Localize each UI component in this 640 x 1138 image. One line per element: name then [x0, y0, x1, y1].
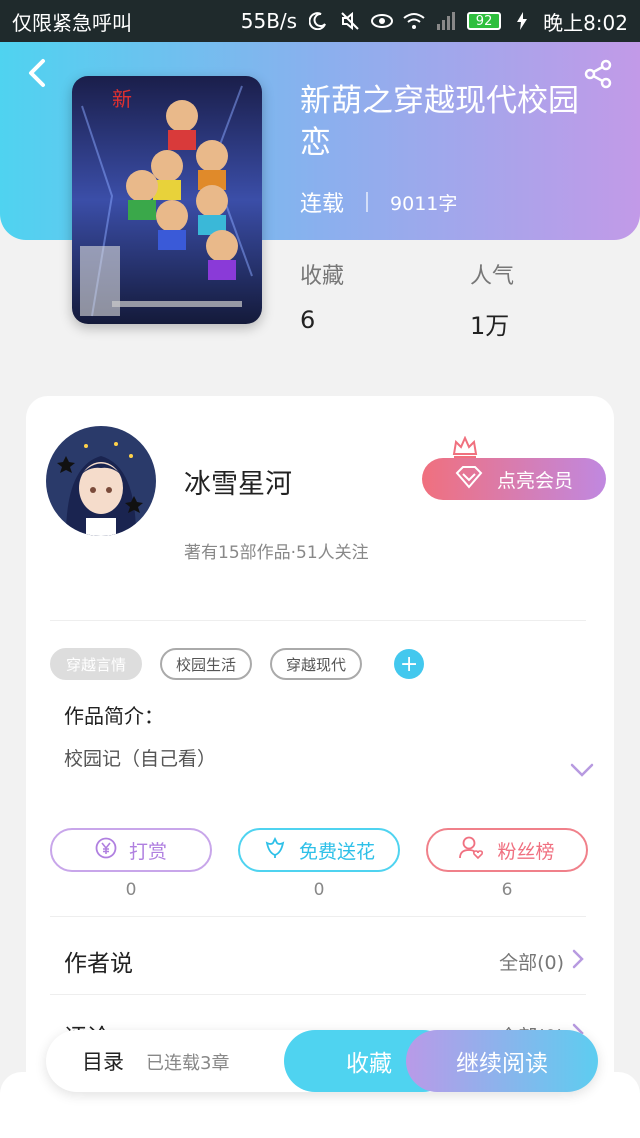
author-says-title: 作者说 [64, 951, 133, 977]
tag-item[interactable]: 穿越言情 [50, 648, 143, 680]
toc-button[interactable]: 目录 [82, 1046, 124, 1076]
chapter-count: 已连载3章 [146, 1053, 230, 1074]
battery-indicator: 92 [467, 12, 502, 30]
moon-icon [307, 10, 329, 32]
mute-icon [339, 10, 361, 32]
word-count: 9011字 [390, 192, 458, 215]
popularity-label: 人气 [470, 264, 515, 289]
continue-reading-button[interactable]: 继续阅读 [406, 1030, 598, 1092]
tag-list: 穿越言情 校园生活 穿越现代 + [50, 648, 425, 680]
author-says-row[interactable]: 作者说 全部(0) [64, 944, 584, 978]
tag-item[interactable]: 穿越现代 [270, 648, 363, 680]
diamond-icon [455, 465, 483, 494]
vip-label: 点亮会员 [496, 469, 573, 492]
clock: 晚上8:02 [543, 10, 628, 35]
charging-icon [511, 10, 533, 32]
back-button[interactable] [20, 56, 54, 90]
carrier-label: 仅限紧急呼叫 [12, 10, 132, 35]
book-title: 新葫之穿越现代校园恋 [300, 83, 579, 161]
fan-label: 粉丝榜 [497, 840, 555, 863]
popularity-value: 1万 [470, 312, 510, 340]
yen-icon [95, 837, 117, 864]
author-stats: 著有15部作品·51人关注 [184, 543, 369, 563]
book-cover[interactable]: 新 [72, 76, 262, 324]
favorites-stat: 收藏 6 [300, 258, 344, 334]
author-says-count: 全部(0) [499, 951, 564, 974]
wifi-icon [403, 10, 425, 32]
tag-item[interactable]: 校园生活 [160, 648, 253, 680]
divider [50, 916, 586, 917]
svg-text:新: 新 [112, 87, 132, 111]
tip-button[interactable]: 打赏 [50, 828, 212, 872]
intro-title: 作品简介： [64, 704, 164, 728]
send-flower-button[interactable]: 免费送花 [238, 828, 400, 872]
meta-divider [366, 192, 369, 212]
book-status: 连载 [300, 192, 345, 217]
divider [50, 620, 586, 621]
flower-icon [263, 836, 287, 864]
favorites-value: 6 [300, 306, 316, 334]
avatar[interactable] [46, 426, 156, 536]
signal-icon [435, 10, 457, 32]
flower-count: 0 [313, 880, 325, 900]
details-card: 冰雪星河 点亮会员 著有15部作品·51人关注 穿越言情 校园生活 穿越现代 +… [26, 396, 614, 1138]
fan-icon [459, 836, 485, 865]
add-tag-button[interactable]: + [394, 649, 425, 679]
tip-count: 0 [125, 880, 137, 900]
bottom-action-bar: 目录 已连载3章 收藏 继续阅读 [46, 1030, 598, 1092]
chevron-right-icon [572, 949, 584, 974]
book-meta: 连载 9011字 [300, 186, 457, 218]
vip-button[interactable]: 点亮会员 [422, 458, 606, 500]
intro-text: 校园记（自己看） [64, 748, 217, 770]
fan-ranking-button[interactable]: 粉丝榜 [426, 828, 588, 872]
author-name[interactable]: 冰雪星河 [184, 462, 292, 501]
flower-label: 免费送花 [298, 840, 375, 863]
eye-icon [371, 10, 394, 32]
favorites-label: 收藏 [300, 264, 345, 289]
network-speed: 55B/s [240, 9, 298, 33]
fan-count: 6 [501, 880, 513, 900]
tip-label: 打赏 [128, 840, 167, 863]
popularity-stat: 人气 1万 [470, 258, 514, 341]
status-bar: 仅限紧急呼叫 55B/s 92 晚上8:02 [0, 0, 640, 42]
author-says-more[interactable]: 全部(0) [499, 948, 584, 975]
chevron-down-icon[interactable] [570, 762, 594, 781]
divider [50, 994, 586, 995]
